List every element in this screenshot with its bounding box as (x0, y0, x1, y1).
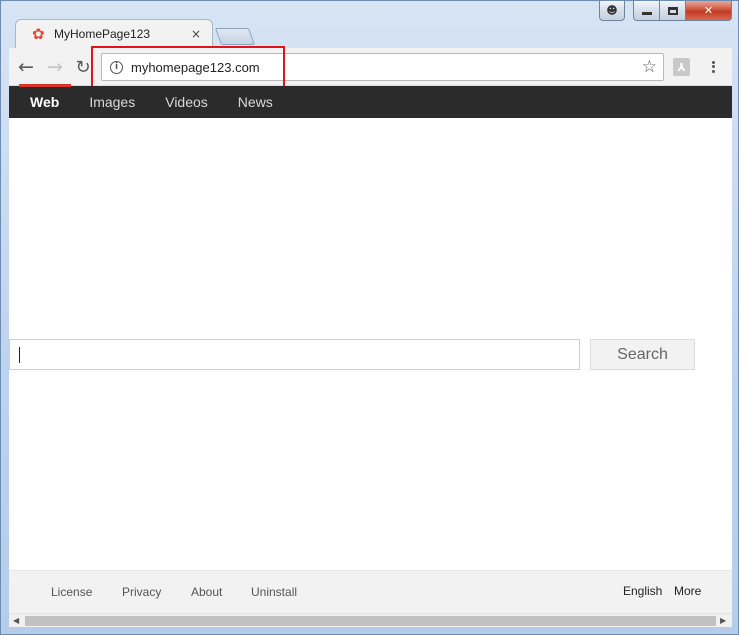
user-icon: ☻ (606, 4, 618, 17)
extension-button[interactable]: ⅄ (673, 58, 690, 76)
reload-icon: ↻ (75, 56, 91, 78)
minimize-icon (641, 12, 652, 15)
menu-dot (711, 70, 715, 74)
footer-link-privacy[interactable]: Privacy (122, 585, 161, 599)
forward-button[interactable]: → (44, 56, 66, 78)
nav-item-videos[interactable]: Videos (156, 94, 217, 110)
scrollbar-thumb[interactable] (25, 616, 716, 626)
browser-menu-button[interactable] (706, 57, 720, 77)
back-button[interactable]: ← (15, 56, 37, 78)
search-button[interactable]: Search (590, 339, 695, 370)
menu-dot (711, 65, 715, 69)
new-tab-button[interactable] (214, 28, 256, 45)
text-caret (19, 347, 20, 363)
arrow-left-icon: ← (18, 56, 34, 78)
horizontal-scrollbar[interactable]: ◀ ▶ (9, 613, 732, 627)
browser-tab[interactable]: ✿ MyHomePage123 × (15, 19, 213, 48)
maximize-icon (667, 6, 678, 15)
page-content: Web Images Videos News Search License Pr… (9, 84, 732, 613)
minimize-button[interactable] (633, 1, 660, 21)
reload-button[interactable]: ↻ (72, 56, 94, 78)
address-bar[interactable]: i myhomepage123.com ☆ (101, 53, 664, 81)
nav-item-news[interactable]: News (229, 94, 282, 110)
footer-link-about[interactable]: About (191, 585, 222, 599)
info-icon[interactable]: i (110, 60, 123, 74)
bookmark-star-icon[interactable]: ☆ (642, 57, 657, 77)
nav-item-images[interactable]: Images (80, 94, 144, 110)
menu-dot (711, 60, 715, 64)
arrow-right-icon: → (47, 56, 63, 78)
nav-item-web[interactable]: Web (18, 84, 72, 110)
scroll-left-icon[interactable]: ◀ (13, 616, 19, 625)
scroll-right-icon[interactable]: ▶ (720, 616, 726, 625)
url-text[interactable]: myhomepage123.com (131, 60, 642, 75)
footer-link-uninstall[interactable]: Uninstall (251, 585, 297, 599)
window-caption-buttons: ☻ ✕ (599, 1, 732, 22)
maximize-button[interactable] (660, 1, 686, 21)
footer-more-link[interactable]: More (674, 584, 701, 598)
language-selector[interactable]: English (623, 584, 662, 598)
pdf-extension-icon: ⅄ (677, 60, 686, 74)
search-nav-bar: Web Images Videos News (9, 84, 732, 118)
browser-toolbar: ← → ↻ i myhomepage123.com ☆ ⅄ (9, 48, 732, 86)
close-window-button[interactable]: ✕ (686, 1, 732, 21)
search-input[interactable] (9, 339, 580, 370)
page-footer: License Privacy About Uninstall English … (9, 570, 732, 613)
browser-window: ☻ ✕ ✿ MyHomePage123 × ← → ↻ i myhomepage… (0, 0, 739, 635)
favicon-icon: ✿ (32, 24, 45, 43)
close-icon: ✕ (703, 4, 714, 17)
footer-link-license[interactable]: License (51, 585, 92, 599)
tab-close-icon[interactable]: × (188, 27, 204, 41)
user-profile-button[interactable]: ☻ (599, 1, 625, 21)
tab-title: MyHomePage123 (54, 27, 151, 41)
